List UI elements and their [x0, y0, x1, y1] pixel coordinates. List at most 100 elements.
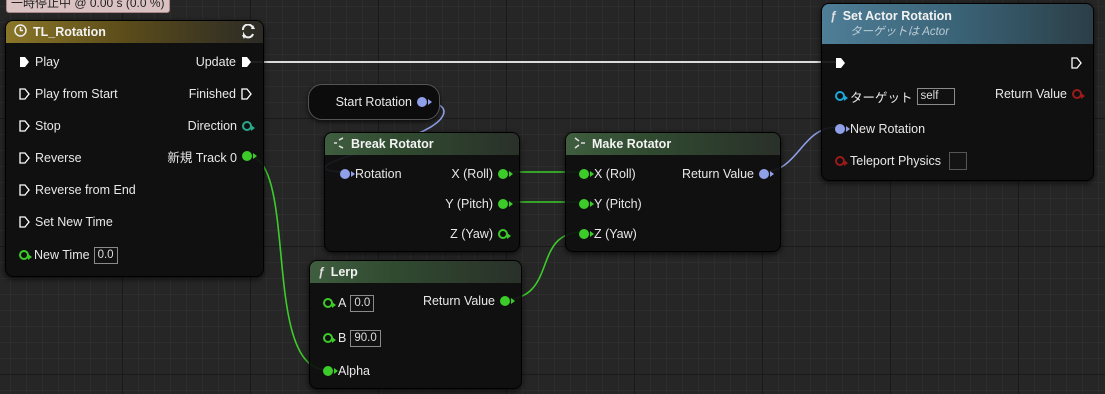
- float-pin-icon[interactable]: [498, 199, 513, 209]
- pin-label: Y (Pitch): [445, 197, 493, 211]
- pin-lerp-return-value[interactable]: Return Value: [423, 292, 515, 310]
- pin-label: Finished: [188, 87, 236, 101]
- pin-label: Update: [195, 55, 236, 69]
- pin-new-rotation[interactable]: New Rotation: [830, 120, 925, 138]
- pin-label: Y (Pitch): [594, 197, 642, 211]
- float-pin-icon[interactable]: [323, 298, 336, 308]
- exec-pin-icon[interactable]: [19, 120, 30, 132]
- pin-target[interactable]: ターゲット self: [830, 87, 955, 105]
- pin-direction[interactable]: Direction: [188, 117, 257, 135]
- variable-label: Start Rotation: [335, 95, 412, 109]
- set-actor-rotation-node[interactable]: ƒ Set Actor Rotation ターゲットは Actor ターゲット …: [821, 3, 1094, 181]
- rotator-pin-icon[interactable]: [417, 97, 432, 107]
- enum-pin-icon[interactable]: [242, 121, 255, 131]
- pin-label: X (Roll): [594, 167, 636, 181]
- pin-z-yaw-out[interactable]: Z (Yaw): [450, 225, 513, 243]
- break-struct-icon: [333, 136, 345, 152]
- float-pin-icon[interactable]: [579, 169, 594, 179]
- pin-label: Z (Yaw): [450, 227, 493, 241]
- pin-track-0[interactable]: 新規 Track 0: [167, 147, 257, 165]
- break-rotator-header[interactable]: Break Rotator: [325, 133, 519, 155]
- pin-play-from-start[interactable]: Play from Start: [14, 85, 118, 103]
- pin-x-roll-out[interactable]: X (Roll): [451, 165, 513, 183]
- pin-exec-in[interactable]: [830, 54, 851, 72]
- float-pin-icon[interactable]: [242, 151, 257, 161]
- exec-pin-icon[interactable]: [241, 88, 252, 100]
- pin-set-new-time[interactable]: Set New Time: [14, 213, 113, 231]
- node-title: Make Rotator: [592, 137, 672, 151]
- pin-finished[interactable]: Finished: [189, 85, 257, 103]
- node-title: TL_Rotation: [33, 25, 106, 39]
- object-pin-icon[interactable]: [835, 91, 848, 101]
- pin-label: New Time: [34, 248, 90, 262]
- pin-exec-out[interactable]: [1066, 54, 1087, 72]
- lerp-header[interactable]: ƒ Lerp: [310, 261, 521, 283]
- bool-pin-icon[interactable]: [1072, 89, 1085, 99]
- timeline-node-header[interactable]: TL_Rotation: [6, 21, 263, 43]
- float-pin-icon[interactable]: [323, 366, 338, 376]
- exec-pin-icon[interactable]: [19, 56, 30, 68]
- a-value-input[interactable]: 0.0: [350, 294, 375, 312]
- pin-label: Play from Start: [35, 87, 118, 101]
- pin-reverse-from-end[interactable]: Reverse from End: [14, 181, 136, 199]
- pin-label: ターゲット: [850, 90, 913, 105]
- pin-play[interactable]: Play: [14, 53, 59, 71]
- pin-label: A: [338, 296, 347, 310]
- exec-pin-icon[interactable]: [1071, 57, 1082, 69]
- pin-alpha[interactable]: Alpha: [318, 362, 370, 380]
- float-pin-icon[interactable]: [579, 199, 594, 209]
- exec-pin-icon[interactable]: [19, 216, 30, 228]
- timeline-status-tooltip: 一時停止中 @ 0.00 s (0.0 %): [6, 0, 170, 13]
- pin-a[interactable]: A 0.0: [318, 294, 375, 312]
- loop-icon[interactable]: [240, 23, 257, 43]
- exec-pin-icon[interactable]: [19, 152, 30, 164]
- pin-rotation[interactable]: Rotation: [335, 165, 402, 183]
- pin-label: Stop: [35, 119, 61, 133]
- start-rotation-variable-node[interactable]: Start Rotation: [308, 84, 440, 120]
- break-rotator-node[interactable]: Break Rotator Rotation X (Roll) Y (Pitch…: [324, 132, 520, 252]
- float-pin-icon[interactable]: [500, 296, 515, 306]
- exec-pin-icon[interactable]: [241, 56, 252, 68]
- float-pin-icon[interactable]: [323, 333, 336, 343]
- pin-new-time[interactable]: New Time 0.0: [14, 246, 118, 264]
- float-pin-icon[interactable]: [498, 169, 513, 179]
- pin-update[interactable]: Update: [196, 53, 257, 71]
- teleport-physics-checkbox[interactable]: [949, 152, 968, 170]
- pin-return-value[interactable]: Return Value: [995, 85, 1087, 103]
- pin-label: Direction: [187, 119, 237, 133]
- pin-teleport-physics[interactable]: Teleport Physics: [830, 152, 968, 170]
- pin-y-pitch-in[interactable]: Y (Pitch): [574, 195, 642, 213]
- pin-label: 新規 Track 0: [167, 150, 237, 165]
- rotator-pin-icon[interactable]: [340, 169, 355, 179]
- float-pin-icon[interactable]: [498, 229, 511, 239]
- exec-pin-icon[interactable]: [19, 88, 30, 100]
- target-value[interactable]: self: [916, 87, 955, 105]
- pin-y-pitch-out[interactable]: Y (Pitch): [445, 195, 513, 213]
- float-pin-icon[interactable]: [579, 229, 594, 239]
- function-icon: ƒ: [830, 9, 837, 23]
- make-rotator-node[interactable]: Make Rotator X (Roll) Y (Pitch) Z (Yaw) …: [565, 132, 781, 252]
- make-rotator-header[interactable]: Make Rotator: [566, 133, 780, 155]
- lerp-node[interactable]: ƒ Lerp A 0.0 B 90.0 Alpha Return Value: [309, 260, 522, 389]
- b-value-input[interactable]: 90.0: [350, 329, 381, 347]
- bool-pin-icon[interactable]: [835, 156, 848, 166]
- pin-label: Alpha: [338, 364, 370, 378]
- exec-pin-icon[interactable]: [835, 57, 846, 69]
- pin-label: Rotation: [355, 167, 402, 181]
- pin-label: Return Value: [994, 87, 1067, 101]
- pin-make-return-value[interactable]: Return Value: [682, 165, 774, 183]
- pin-x-roll-in[interactable]: X (Roll): [574, 165, 636, 183]
- rotator-pin-icon[interactable]: [835, 124, 850, 134]
- pin-z-yaw-in[interactable]: Z (Yaw): [574, 225, 637, 243]
- timeline-node[interactable]: TL_Rotation Play Play from Start Stop Re…: [5, 20, 264, 277]
- pin-label: Play: [35, 55, 60, 69]
- new-time-input[interactable]: 0.0: [93, 246, 118, 264]
- pin-stop[interactable]: Stop: [14, 117, 61, 135]
- pin-label: Return Value: [422, 294, 495, 308]
- set-actor-rotation-header[interactable]: ƒ Set Actor Rotation ターゲットは Actor: [822, 4, 1093, 44]
- pin-b[interactable]: B 90.0: [318, 329, 381, 347]
- rotator-pin-icon[interactable]: [759, 169, 774, 179]
- pin-reverse[interactable]: Reverse: [14, 149, 82, 167]
- exec-pin-icon[interactable]: [19, 184, 30, 196]
- float-pin-icon[interactable]: [19, 250, 32, 260]
